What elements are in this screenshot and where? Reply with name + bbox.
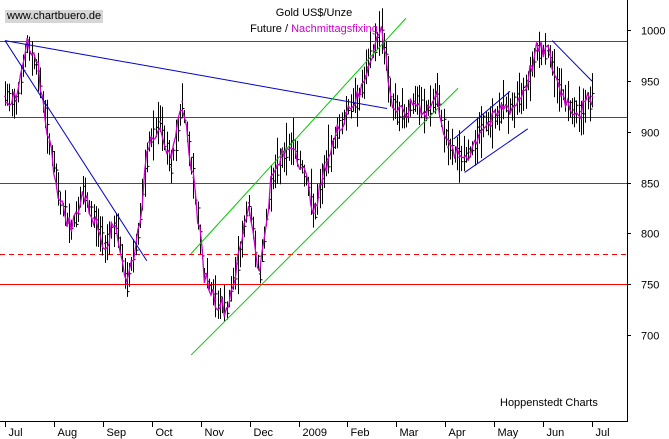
fixing-point bbox=[458, 156, 460, 159]
fixing-point bbox=[557, 85, 560, 88]
fixing-point bbox=[214, 298, 217, 301]
fixing-point bbox=[59, 201, 62, 204]
y-tick-label: 700 bbox=[641, 331, 659, 343]
fixing-point bbox=[159, 120, 161, 123]
fixing-point bbox=[258, 273, 261, 275]
fixing-point bbox=[513, 105, 516, 108]
subtitle-separator: / bbox=[281, 23, 292, 35]
fixing-point bbox=[580, 110, 582, 113]
fixing-point bbox=[125, 283, 128, 285]
footer-label: Hoppenstedt Charts bbox=[500, 397, 598, 409]
x-tick-label: Dec bbox=[254, 427, 274, 439]
fixing-point bbox=[491, 120, 494, 123]
fixing-point bbox=[269, 181, 272, 184]
y-tick-label: 850 bbox=[641, 179, 659, 191]
x-tick-label: Feb bbox=[351, 427, 370, 439]
y-tick-label: 900 bbox=[641, 128, 659, 140]
fixing-point bbox=[37, 70, 40, 72]
fixing-point bbox=[15, 100, 17, 103]
chart-subtitle: Future / Nachmittagsfixing bbox=[0, 23, 628, 35]
fixing-point bbox=[303, 171, 305, 174]
chart-title: Gold US$/Unze bbox=[275, 7, 353, 19]
fixing-point bbox=[402, 115, 405, 118]
fixing-point bbox=[103, 242, 106, 245]
y-tick-label: 950 bbox=[641, 77, 659, 89]
gold-price-chart: 700 750 800 850 900 950 1000 Jul Aug Sep Oct Nov De… bbox=[0, 0, 669, 439]
fixing-point bbox=[225, 308, 228, 311]
x-tick-label: Jul bbox=[9, 427, 23, 439]
x-tick-label: Nov bbox=[205, 427, 225, 439]
x-tick-label: May bbox=[498, 427, 519, 439]
fixing-point bbox=[591, 95, 593, 98]
fixing-point bbox=[203, 273, 206, 275]
x-tick-label: 2009 bbox=[303, 427, 327, 439]
fixing-point bbox=[447, 146, 449, 148]
fixing-point bbox=[546, 49, 549, 52]
fixing-point bbox=[469, 151, 472, 154]
fixing-point bbox=[535, 49, 538, 52]
fixing-point bbox=[181, 100, 184, 103]
fixing-point bbox=[114, 222, 117, 225]
fixing-point bbox=[70, 227, 73, 230]
fixing-point bbox=[81, 191, 84, 194]
fixing-point bbox=[4, 95, 6, 98]
x-tick-label: Jun bbox=[547, 427, 565, 439]
fixing-point bbox=[413, 100, 416, 103]
fixing-point bbox=[568, 105, 571, 108]
x-tick-label: Sep bbox=[107, 427, 127, 439]
fixing-point bbox=[170, 166, 173, 169]
x-tick-label: Apr bbox=[449, 427, 466, 439]
fixing-point bbox=[236, 262, 239, 265]
x-tick-label: Aug bbox=[58, 427, 78, 439]
fixing-point bbox=[436, 95, 438, 98]
x-tick-label: Jul bbox=[596, 427, 610, 439]
fixing-point bbox=[325, 161, 328, 164]
x-tick-label: Oct bbox=[156, 427, 173, 439]
fixing-point bbox=[314, 212, 317, 214]
fixing-point bbox=[358, 95, 361, 98]
fixing-point bbox=[347, 105, 350, 108]
fixing-point bbox=[148, 141, 150, 143]
fixing-point bbox=[92, 217, 95, 220]
fixing-point bbox=[247, 201, 250, 204]
fixing-point bbox=[524, 85, 527, 88]
fixing-point bbox=[192, 176, 195, 179]
y-tick-label: 1000 bbox=[641, 26, 665, 38]
fixing-point bbox=[280, 156, 283, 159]
fixing-point bbox=[336, 130, 339, 133]
y-tick-label: 800 bbox=[641, 229, 659, 241]
x-tick-label: Mar bbox=[400, 427, 419, 439]
fixing-point bbox=[391, 105, 394, 108]
fixing-point bbox=[137, 232, 139, 235]
fixing-point bbox=[480, 125, 483, 128]
subtitle-future: Future bbox=[250, 23, 282, 35]
y-tick-label: 750 bbox=[641, 280, 659, 292]
fixing-point bbox=[502, 105, 505, 108]
subtitle-fixing: Nachmittagsfixing bbox=[291, 23, 378, 35]
fixing-point bbox=[424, 110, 427, 113]
fixing-point bbox=[48, 141, 51, 143]
